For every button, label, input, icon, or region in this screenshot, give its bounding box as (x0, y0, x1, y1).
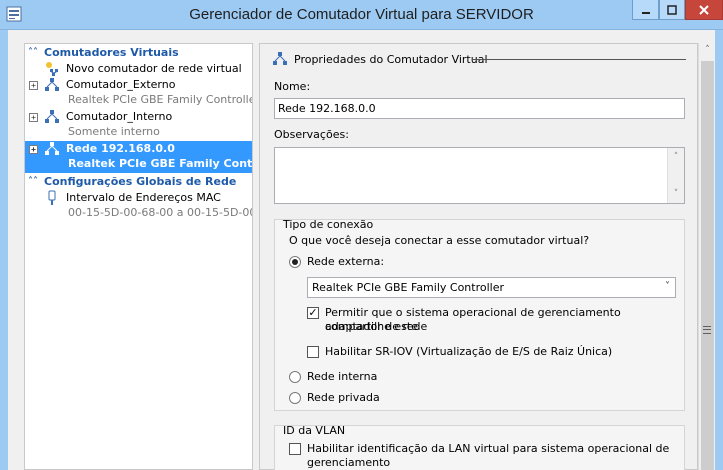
radio-internal-network[interactable]: Rede interna (289, 370, 377, 383)
close-button[interactable] (685, 0, 723, 20)
tree-item-label: Intervalo de Endereços MAC (66, 191, 221, 204)
radio-external-network[interactable]: Rede externa: (289, 255, 384, 268)
section-global-settings[interactable]: ˄˄ Configurações Globais de Rede (25, 173, 252, 190)
tree-item-mac-range[interactable]: Intervalo de Endereços MAC (25, 190, 252, 206)
mac-range-icon (48, 190, 56, 205)
section-title: Comutadores Virtuais (44, 46, 179, 59)
maximize-button[interactable] (659, 0, 685, 20)
radio-icon[interactable] (289, 370, 301, 383)
name-label: Nome: (274, 80, 311, 93)
connection-type-title: Tipo de conexão (283, 218, 374, 231)
title-bar: Gerenciador de Comutador Virtual para SE… (0, 0, 723, 30)
network-switch-icon (45, 78, 59, 91)
vlan-enable-label-line2: gerenciamento (307, 456, 391, 469)
notes-label: Observações: (274, 128, 349, 141)
tree-item-sublabel: 00-15-5D-00-68-00 a 00-15-5D-00... (68, 206, 252, 219)
adapter-selected-value: Realtek PCIe GBE Family Controller (312, 281, 505, 294)
tree-item-sublabel: Realtek PCIe GBE Family Controller (68, 93, 252, 106)
navigation-tree: ˄˄ Comutadores Virtuais Novo comutador d… (24, 43, 253, 470)
collapse-chevron-icon[interactable]: ˄˄ (28, 47, 40, 58)
sriov-checkbox[interactable] (307, 346, 319, 358)
collapse-chevron-icon[interactable]: ˄˄ (28, 176, 40, 187)
chevron-down-icon: ˅ (665, 281, 670, 292)
tree-item-rede[interactable]: + Rede 192.168.0.0 (25, 141, 252, 157)
window-frame-right (715, 30, 723, 470)
maximize-icon (667, 4, 677, 15)
vlan-enable-checkbox[interactable] (289, 443, 301, 455)
scrollbar-grip-icon (703, 326, 711, 334)
tree-item-comutador-externo[interactable]: + Comutador_Externo (25, 77, 252, 93)
minimize-button[interactable] (632, 0, 659, 20)
tree-item-new-switch[interactable]: Novo comutador de rede virtual (25, 61, 252, 77)
tree-item-label: Comutador_Interno (66, 110, 173, 123)
minimize-icon (641, 11, 650, 14)
properties-scrollbar[interactable]: ˄ (698, 43, 715, 470)
expand-icon[interactable]: + (29, 81, 38, 90)
network-switch-icon (45, 142, 59, 155)
connection-type-group: Tipo de conexão O que você deseja conect… (274, 218, 685, 411)
vlan-enable-label-line1: Habilitar identificação da LAN virtual p… (307, 442, 670, 455)
tree-item-sublabel: Somente interno (68, 125, 160, 138)
notes-textarea[interactable]: ˄ ˅ (274, 147, 685, 204)
scroll-up-icon[interactable]: ˄ (671, 152, 681, 162)
tree-item-sublabel: Realtek PCIe GBE Family Cont... (68, 157, 252, 170)
sriov-label: Habilitar SR-IOV (Virtualização de E/S d… (325, 345, 613, 358)
section-title: Configurações Globais de Rede (44, 175, 237, 188)
radio-icon[interactable] (289, 391, 301, 404)
section-virtual-switches[interactable]: ˄˄ Comutadores Virtuais (25, 44, 252, 61)
close-icon (699, 4, 709, 15)
notes-scrollbar[interactable]: ˄ ˅ (667, 148, 684, 203)
scroll-down-icon[interactable]: ˅ (671, 189, 681, 199)
tree-item-label: Novo comutador de rede virtual (66, 62, 242, 75)
radio-icon[interactable] (289, 255, 301, 268)
connection-question: O que você deseja conectar a esse comuta… (289, 234, 590, 247)
network-switch-icon (273, 52, 287, 65)
scrollbar-thumb[interactable] (701, 61, 714, 470)
tree-item-label: Comutador_Externo (66, 78, 176, 91)
scroll-up-icon[interactable]: ˄ (699, 45, 716, 57)
properties-pane: Propriedades do Comutador Virtual Nome: … (259, 43, 698, 470)
new-switch-icon (46, 62, 58, 76)
allow-mgmt-label-line2: adaptador de rede (325, 320, 428, 333)
tree-item-rede-selected[interactable]: + Rede 192.168.0.0 Realtek PCIe GBE Fami… (25, 141, 252, 173)
header-divider (472, 59, 686, 60)
adapter-select[interactable]: Realtek PCIe GBE Family Controller ˅ (307, 277, 676, 298)
window-title: Gerenciador de Comutador Virtual para SE… (189, 6, 534, 23)
tree-item-label: Rede 192.168.0.0 (66, 142, 175, 155)
properties-header: Propriedades do Comutador Virtual (272, 51, 686, 67)
radio-label: Rede privada (307, 391, 380, 404)
radio-label: Rede externa: (307, 255, 385, 268)
expand-icon[interactable]: + (29, 113, 38, 122)
radio-private-network[interactable]: Rede privada (289, 391, 380, 404)
expand-icon[interactable]: + (29, 145, 38, 154)
allow-mgmt-checkbox[interactable]: ✓ (307, 307, 319, 319)
name-field[interactable]: Rede 192.168.0.0 (274, 98, 685, 119)
network-switch-icon (45, 110, 59, 123)
vlan-group: ID da VLAN Habilitar identificação da LA… (274, 424, 685, 470)
radio-label: Rede interna (307, 370, 378, 383)
vlan-title: ID da VLAN (283, 424, 346, 437)
properties-title: Propriedades do Comutador Virtual (294, 52, 488, 66)
window-frame-left (0, 30, 8, 470)
tree-item-comutador-interno[interactable]: + Comutador_Interno (25, 109, 252, 125)
